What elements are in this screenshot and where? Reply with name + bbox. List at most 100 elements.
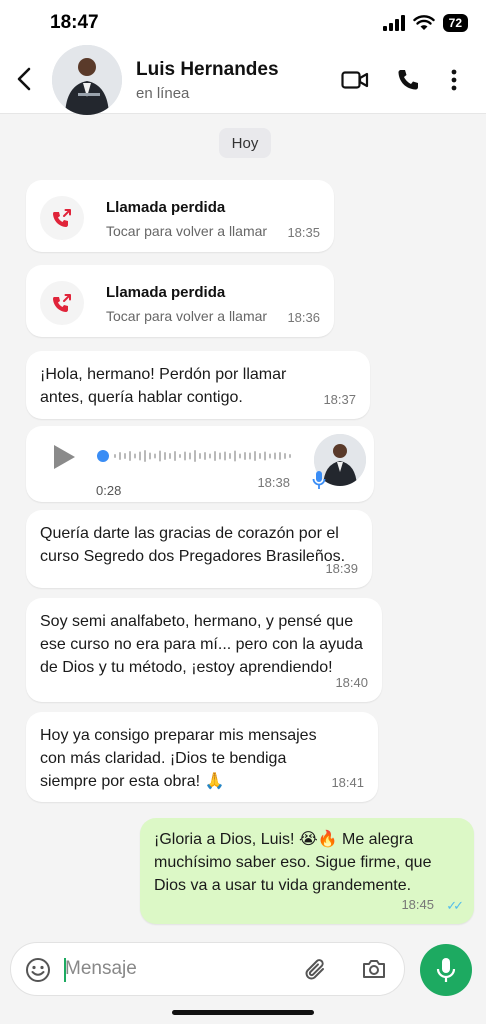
attach-icon[interactable] <box>303 956 329 984</box>
message-line: ¡Gloria a Dios, Luis! 😭🔥 Me alegra <box>154 831 414 848</box>
message-input[interactable] <box>65 943 285 995</box>
more-icon <box>451 69 457 91</box>
missed-call-icon-wrap <box>40 281 84 325</box>
contact-name[interactable]: Luis Hernandes <box>136 59 279 81</box>
waveform-bar <box>124 453 126 459</box>
waveform-bar <box>264 451 266 461</box>
message-line: ese curso no era para mí... pero con la … <box>40 636 363 653</box>
message-text: Soy semi analfabeto, hermano, y pensé qu… <box>26 598 382 679</box>
video-call-button[interactable] <box>340 66 370 94</box>
message-list[interactable]: Hoy Llamada perdida Tocar para volver a … <box>0 114 486 938</box>
read-receipt-icon: ✓✓ <box>446 898 464 913</box>
contact-avatar[interactable] <box>52 45 122 115</box>
waveform-bar <box>119 452 121 460</box>
date-chip: Hoy <box>219 128 271 158</box>
voice-duration: 0:28 <box>96 483 122 498</box>
record-voice-button[interactable] <box>420 944 472 996</box>
waveform-bar <box>284 453 286 459</box>
waveform-bar <box>239 453 241 459</box>
incoming-message[interactable]: Quería darte las gracias de corazón por … <box>26 510 372 588</box>
message-line: Quería darte las gracias de corazón por … <box>40 525 339 542</box>
waveform-bar <box>149 452 151 460</box>
message-time: 18:41 <box>331 775 364 790</box>
message-time: 18:40 <box>335 675 368 690</box>
waveform-bar <box>164 452 166 460</box>
missed-call-title: Llamada perdida <box>106 284 226 301</box>
waveform-bar <box>144 450 146 462</box>
waveform-bar <box>204 452 206 460</box>
emoji-icon[interactable] <box>25 957 51 983</box>
waveform-bar <box>224 451 226 461</box>
incoming-message[interactable]: Soy semi analfabeto, hermano, y pensé qu… <box>26 598 382 702</box>
waveform-bar <box>259 453 261 459</box>
voice-note-bubble[interactable]: 0:28 18:38 <box>26 426 374 502</box>
waveform-bar <box>219 452 221 460</box>
waveform-bar <box>209 453 211 459</box>
home-indicator[interactable] <box>172 1010 314 1015</box>
missed-call-subtitle: Tocar para volver a llamar <box>106 223 268 239</box>
missed-call-bubble[interactable]: Llamada perdida Tocar para volver a llam… <box>26 180 334 252</box>
waveform-bar <box>169 453 171 459</box>
status-icons: 72 <box>382 14 468 32</box>
signal-icon <box>382 15 405 31</box>
message-line: antes, quería hablar contigo. <box>40 389 243 406</box>
missed-call-icon-wrap <box>40 196 84 240</box>
waveform-bar <box>254 451 256 461</box>
waveform-bar <box>234 450 236 462</box>
message-time: 18:35 <box>287 225 320 240</box>
voice-waveform[interactable] <box>96 446 296 466</box>
waveform-bar <box>179 454 181 458</box>
waveform-bar <box>194 450 196 462</box>
message-time: 18:39 <box>325 561 358 576</box>
waveform-bar <box>279 452 281 460</box>
message-line: con más claridad. ¡Dios te bendiga <box>40 750 287 767</box>
waveform-bar <box>114 454 116 458</box>
waveform-bar <box>249 452 251 460</box>
status-bar: 18:47 72 <box>0 0 486 44</box>
voice-call-button[interactable] <box>393 66 423 94</box>
missed-call-title: Llamada perdida <box>106 199 226 216</box>
message-line: de Dios y tu método, ¡estoy aprendiendo! <box>40 659 333 676</box>
mic-icon <box>436 958 456 982</box>
waveform-bar <box>244 452 246 460</box>
message-line: Soy semi analfabeto, hermano, y pensé qu… <box>40 613 354 630</box>
status-time: 18:47 <box>50 12 99 33</box>
waveform-bar <box>184 451 186 461</box>
message-time: 18:37 <box>323 392 356 407</box>
message-time: 18:36 <box>287 310 320 325</box>
mic-icon <box>312 471 326 489</box>
message-line: Hoy ya consigo preparar mis mensajes <box>40 727 317 744</box>
play-icon[interactable] <box>52 444 76 470</box>
incoming-message[interactable]: ¡Hola, hermano! Perdón por llamar antes,… <box>26 351 370 419</box>
message-line: ¡Hola, hermano! Perdón por llamar <box>40 366 287 383</box>
wifi-icon <box>412 15 435 30</box>
message-line: muchísimo saber eso. Sigue firme, que <box>154 854 432 871</box>
camera-icon[interactable] <box>361 956 387 982</box>
avatar-image <box>52 45 122 115</box>
message-text: Hoy ya consigo preparar mis mensajes con… <box>26 712 378 793</box>
incoming-message[interactable]: Hoy ya consigo preparar mis mensajes con… <box>26 712 378 802</box>
more-options-button[interactable] <box>439 66 469 94</box>
message-time: 18:38 <box>257 475 290 490</box>
waveform-bar <box>154 453 156 459</box>
message-text: Quería darte las gracias de corazón por … <box>26 510 372 568</box>
message-line: siempre por esta obra! 🙏 <box>40 773 225 790</box>
waveform-bar <box>289 454 291 458</box>
video-call-icon <box>341 71 369 89</box>
waveform-bar <box>134 453 136 459</box>
message-line: curso Segredo dos Pregadores Brasileños. <box>40 548 346 565</box>
missed-call-bubble[interactable]: Llamada perdida Tocar para volver a llam… <box>26 265 334 337</box>
waveform-bar <box>229 453 231 459</box>
contact-status: en línea <box>136 85 190 102</box>
phone-icon <box>398 70 418 90</box>
chat-header: Luis Hernandes en línea <box>0 44 486 115</box>
composer-bar <box>10 942 405 996</box>
missed-call-subtitle: Tocar para volver a llamar <box>106 308 268 324</box>
waveform-bar <box>129 451 131 461</box>
waveform-bar <box>139 451 141 461</box>
back-arrow-icon[interactable] <box>14 66 36 92</box>
waveform-bar <box>214 451 216 461</box>
waveform-bar <box>199 453 201 459</box>
missed-call-icon <box>53 294 71 312</box>
outgoing-message[interactable]: ¡Gloria a Dios, Luis! 😭🔥 Me alegra muchí… <box>140 818 474 924</box>
